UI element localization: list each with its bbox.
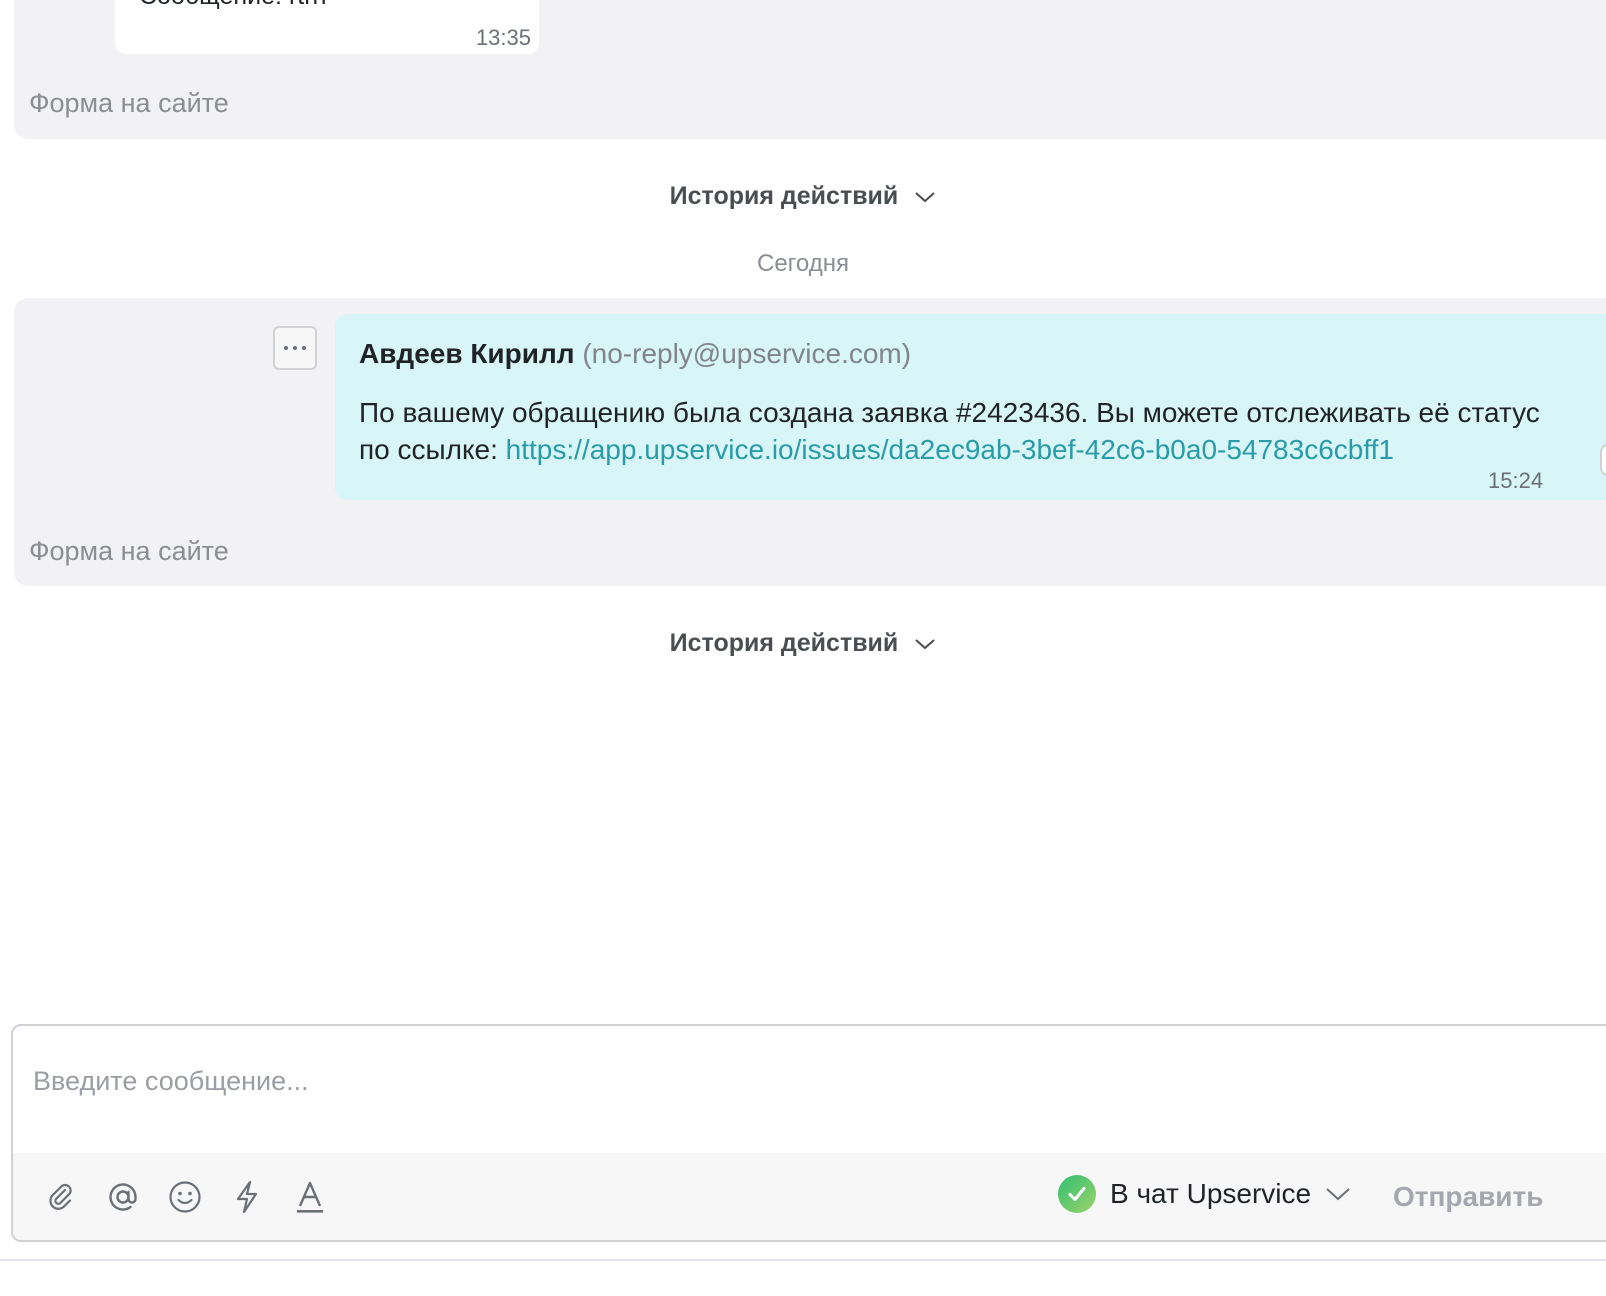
text-format-icon	[297, 1181, 323, 1213]
message-group: Сообщение: rtrh 13:35 Форма на сайте	[14, 0, 1606, 139]
more-actions-button[interactable]	[273, 326, 317, 370]
message-bubble: Сообщение: rtrh 13:35	[115, 0, 539, 54]
message-source: Форма на сайте	[29, 88, 229, 118]
format-text-button[interactable]	[290, 1177, 330, 1217]
chat-view: Сообщение: rtrh 13:35 Форма на сайте Ист…	[0, 0, 1606, 1296]
message-group: Авдеев Кирилл (no-reply@upservice.com) П…	[14, 298, 1606, 586]
lightning-icon	[236, 1180, 258, 1214]
chevron-down-icon	[915, 191, 935, 202]
channel-label: В чат Upservice	[1110, 1178, 1312, 1209]
more-dot-icon	[284, 346, 288, 350]
message-body: По вашему обращению была создана заявка …	[359, 394, 1549, 468]
message-time: 15:24	[1488, 468, 1544, 493]
message-input[interactable]	[31, 1050, 1535, 1112]
channel-status-icon	[1058, 1175, 1096, 1213]
message-time: 13:35	[475, 25, 531, 50]
message-bubble: Авдеев Кирилл (no-reply@upservice.com) П…	[335, 314, 1606, 500]
emoji-button[interactable]	[165, 1177, 205, 1217]
issue-link[interactable]: https://app.upservice.io/issues/da2ec9ab…	[506, 434, 1394, 465]
message-text: Сообщение: rtrh	[139, 0, 326, 11]
author-email: (no-reply@upservice.com)	[582, 338, 912, 369]
date-divider: Сегодня	[757, 250, 849, 277]
channel-selector[interactable]: В чат Upservice	[1058, 1175, 1351, 1213]
author-name: Авдеев Кирилл	[359, 338, 575, 369]
quick-reply-button[interactable]	[227, 1177, 267, 1217]
message-author: Авдеев Кирилл (no-reply@upservice.com)	[359, 338, 911, 370]
more-dot-icon	[293, 346, 297, 350]
mention-button[interactable]	[103, 1177, 143, 1217]
attach-button[interactable]	[41, 1177, 81, 1217]
composer-toolbar: В чат Upservice Отправить	[13, 1153, 1606, 1240]
history-label: История действий	[669, 629, 899, 657]
message-composer: В чат Upservice Отправить	[11, 1024, 1606, 1242]
chevron-down-icon	[1326, 1188, 1350, 1201]
history-label: История действий	[669, 182, 899, 210]
at-sign-icon	[109, 1183, 137, 1211]
smile-icon	[169, 1181, 201, 1213]
history-toggle[interactable]: История действий	[0, 629, 1606, 658]
chevron-down-icon	[915, 638, 935, 649]
paperclip-icon	[49, 1183, 72, 1210]
history-toggle[interactable]: История действий	[0, 182, 1606, 211]
divider	[0, 1259, 1606, 1261]
send-button[interactable]: Отправить	[1393, 1181, 1543, 1213]
scroll-handle[interactable]	[1600, 444, 1606, 476]
message-source: Форма на сайте	[29, 536, 229, 566]
more-dot-icon	[302, 346, 306, 350]
